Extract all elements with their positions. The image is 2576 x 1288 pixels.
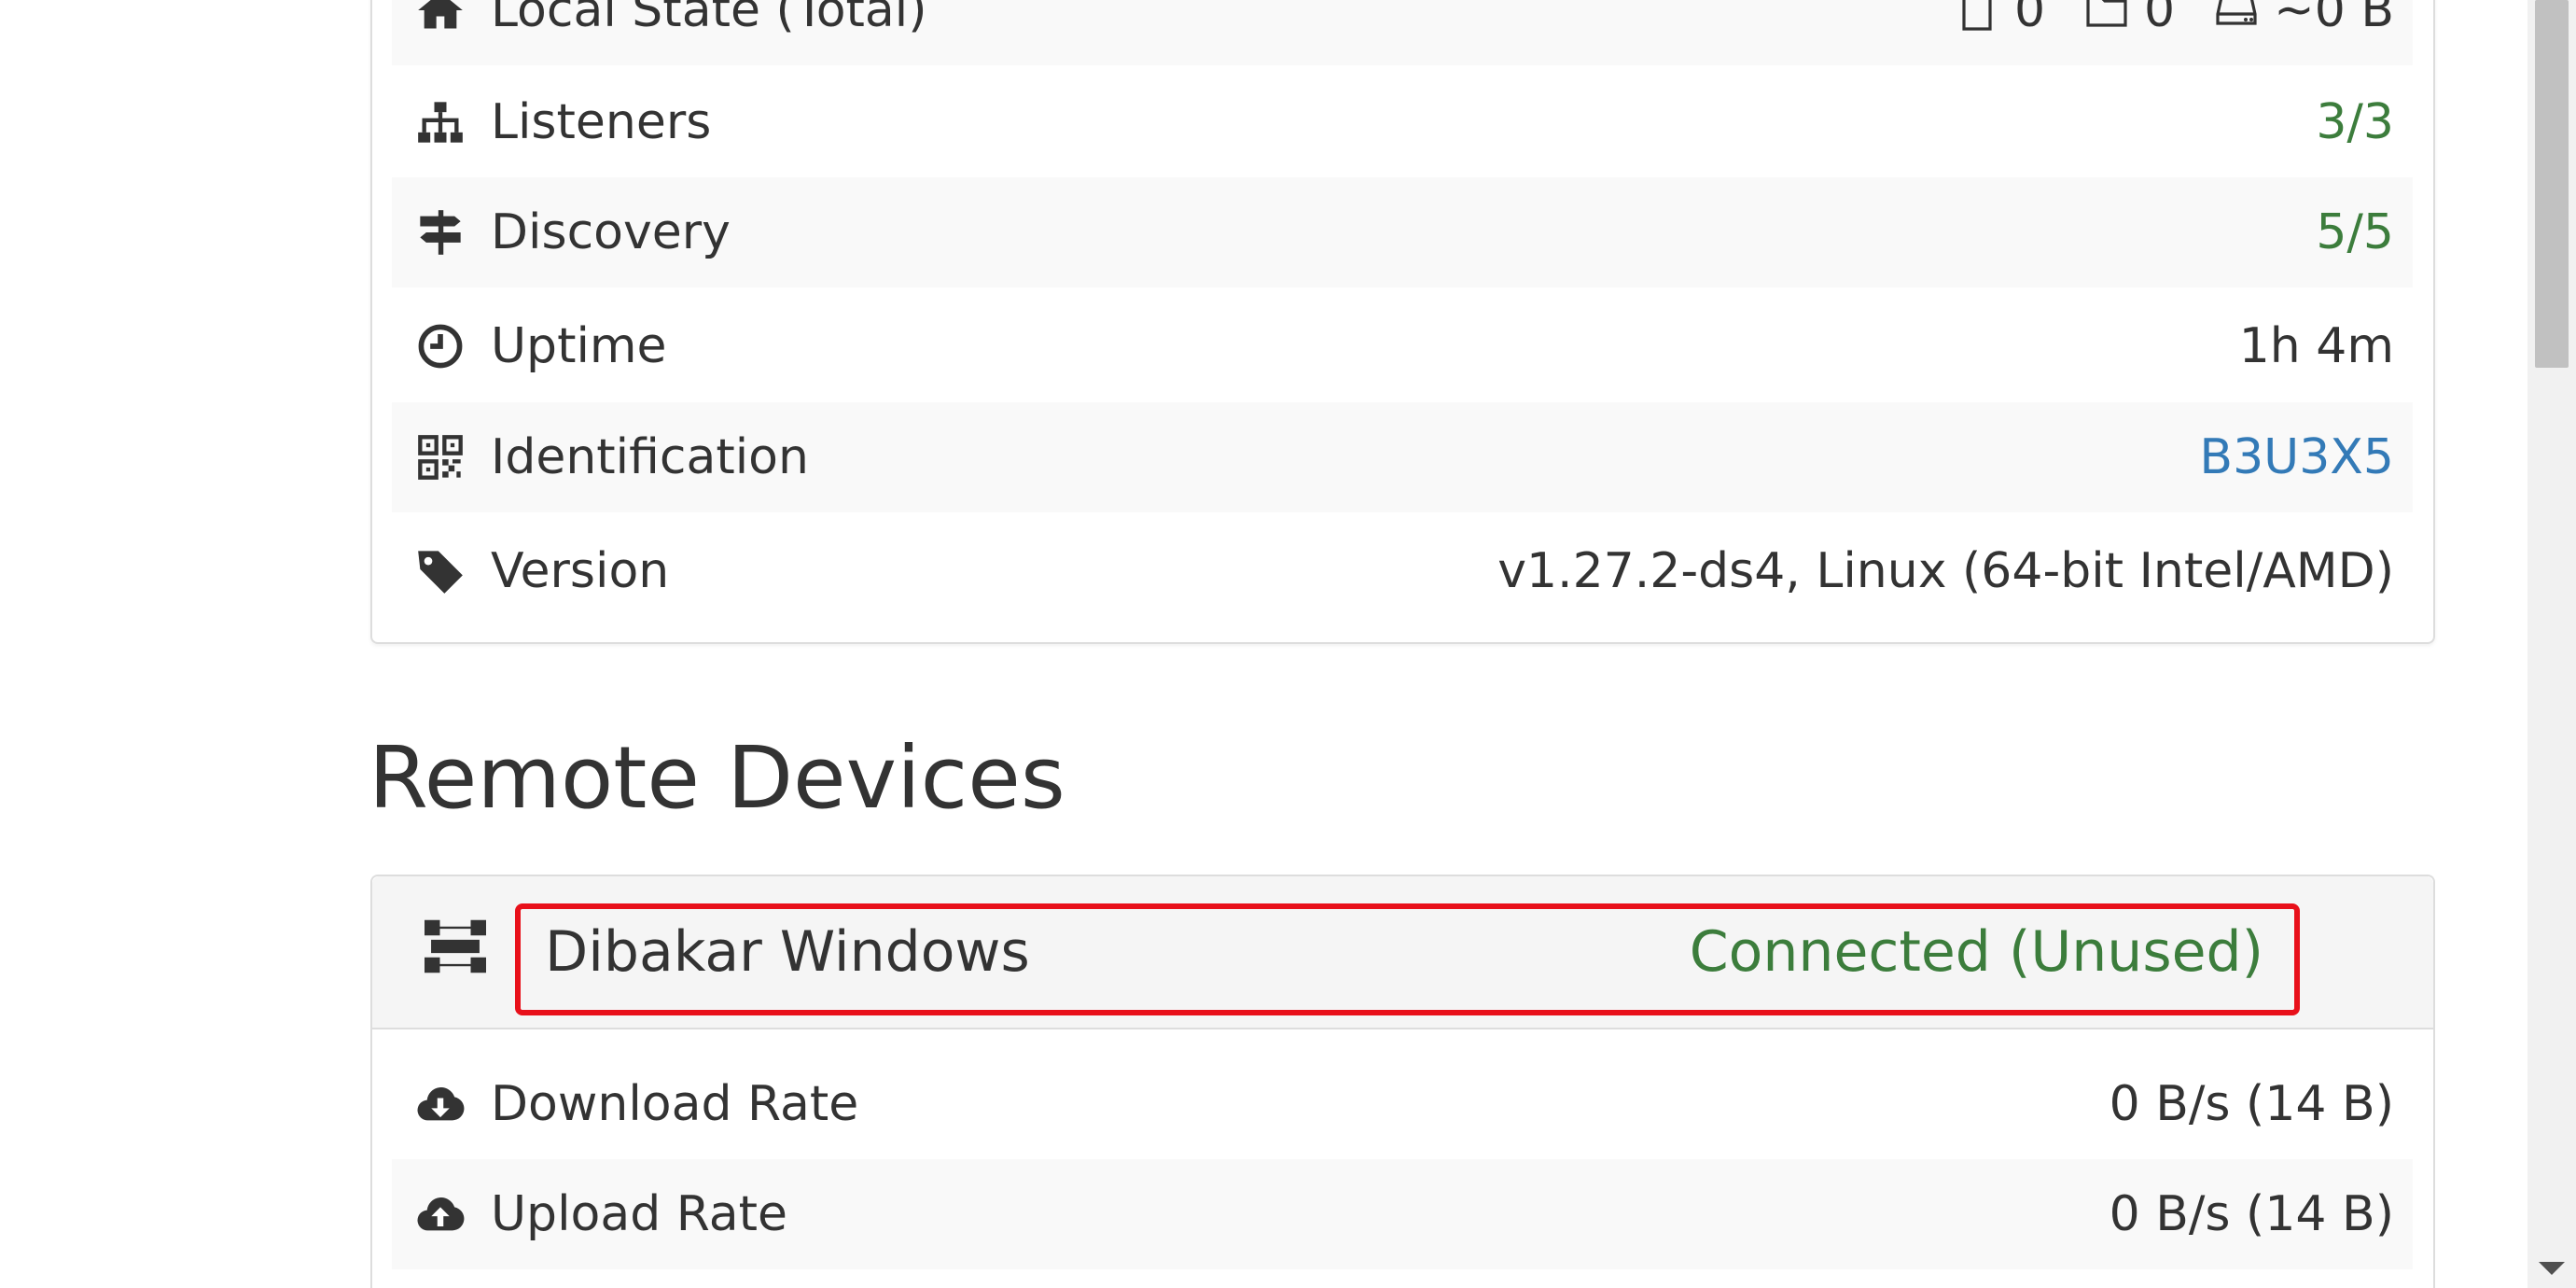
discovery-value: 5/5	[2316, 204, 2394, 260]
hdd-icon	[2216, 0, 2257, 25]
page-scrollbar[interactable]	[2527, 0, 2576, 1288]
uptime-label: Uptime	[491, 318, 667, 374]
home-icon	[416, 0, 465, 35]
uptime-row: Uptime 1h 4m	[392, 291, 2413, 401]
local-state-label: Local State (Total)	[491, 0, 927, 38]
uptime-value: 1h 4m	[2238, 318, 2394, 374]
download-rate-label: Download Rate	[491, 1076, 859, 1132]
listeners-value: 3/3	[2316, 94, 2394, 150]
page: Local State (Total) 0 0 ~0 B Listeners 3…	[0, 0, 2576, 1288]
local-state-row: Local State (Total) 0 0 ~0 B	[392, 0, 2413, 65]
device-name: Dibakar Windows	[545, 919, 1030, 985]
server-icon	[425, 919, 486, 973]
listeners-row: Listeners 3/3	[392, 67, 2413, 177]
version-label: Version	[491, 543, 670, 599]
device-status: Connected (Unused)	[1689, 919, 2263, 985]
identification-row: Identification B3U3X5	[392, 402, 2413, 512]
local-state-values: 0 0 ~0 B	[1915, 0, 2394, 38]
sitemap-icon	[416, 98, 465, 147]
signpost-icon	[416, 208, 465, 257]
upload-rate-row: Upload Rate 0 B/s (14 B)	[392, 1159, 2413, 1269]
tag-icon	[416, 547, 465, 595]
version-row: Version v1.27.2-ds4, Linux (64-bit Intel…	[392, 516, 2413, 626]
cloud-upload-icon	[416, 1190, 465, 1239]
identification-label: Identification	[491, 429, 809, 485]
folders-count: 0	[2084, 0, 2175, 38]
clock-icon	[416, 322, 465, 371]
upload-rate-label: Upload Rate	[491, 1186, 787, 1242]
listeners-label: Listeners	[491, 94, 712, 150]
size-total: ~0 B	[2214, 0, 2394, 38]
version-value: v1.27.2-ds4, Linux (64-bit Intel/AMD)	[1497, 543, 2394, 599]
discovery-row: Discovery 5/5	[392, 177, 2413, 287]
qrcode-icon	[416, 433, 465, 482]
discovery-label: Discovery	[491, 204, 731, 260]
download-rate-row: Download Rate 0 B/s (14 B)	[392, 1049, 2413, 1159]
upload-rate-value: 0 B/s (14 B)	[2109, 1186, 2394, 1242]
scroll-down-arrow-icon[interactable]	[2539, 1262, 2565, 1275]
cloud-download-icon	[416, 1080, 465, 1128]
device-id-link[interactable]: B3U3X5	[2199, 429, 2394, 485]
files-count: 0	[1955, 0, 2045, 38]
remote-devices-heading: Remote Devices	[369, 728, 1065, 828]
file-icon	[1962, 0, 1992, 31]
remote-device-header[interactable]: Dibakar Windows Connected (Unused)	[372, 876, 2433, 1029]
scrollbar-thumb[interactable]	[2535, 0, 2569, 368]
folder-icon	[2086, 0, 2127, 27]
download-rate-value: 0 B/s (14 B)	[2109, 1076, 2394, 1132]
